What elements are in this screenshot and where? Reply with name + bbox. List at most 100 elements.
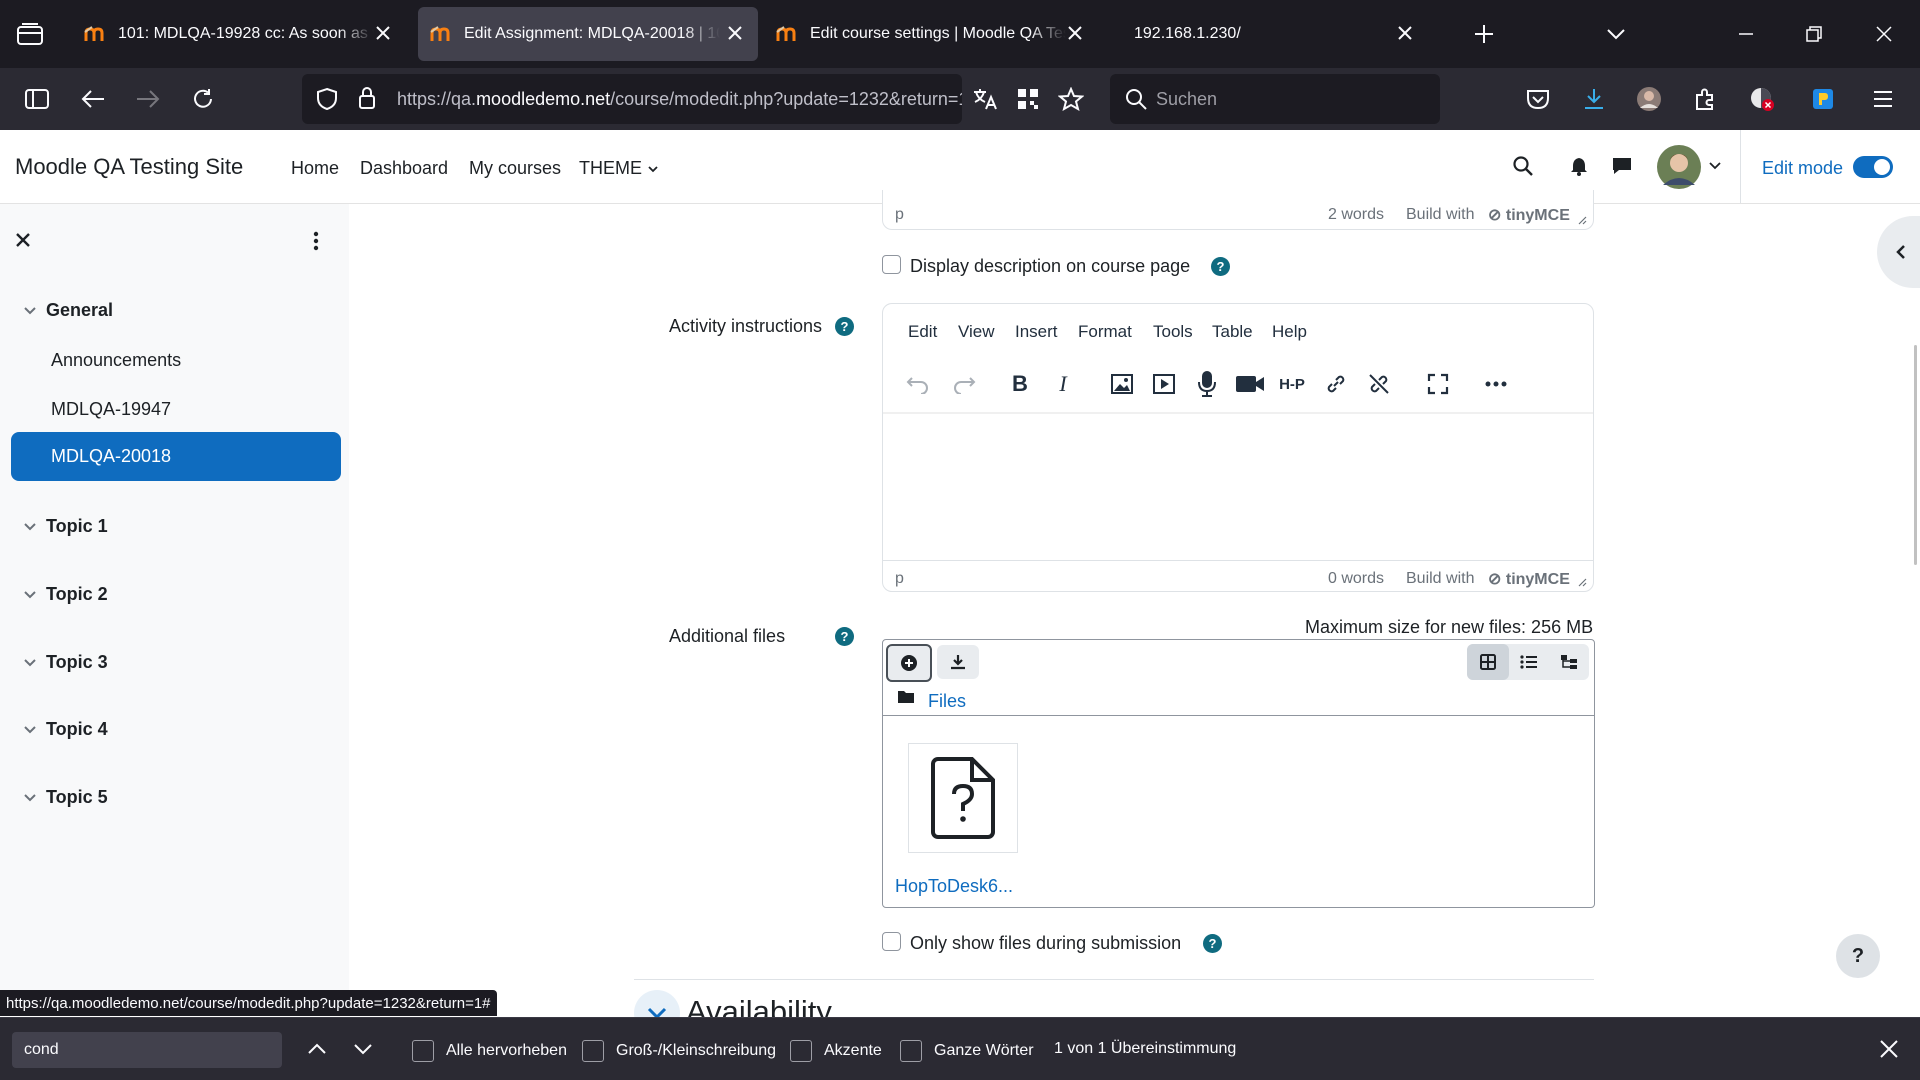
- whole-words-option[interactable]: Ganze Wörter: [900, 1040, 1034, 1062]
- account-avatar-icon[interactable]: [1632, 82, 1666, 116]
- section-topic-2[interactable]: Topic 2: [24, 584, 108, 605]
- link-icon[interactable]: [1320, 368, 1352, 400]
- menu-help[interactable]: Help: [1272, 322, 1307, 342]
- help-icon[interactable]: ?: [835, 317, 854, 336]
- menu-table[interactable]: Table: [1212, 322, 1253, 342]
- find-input[interactable]: cond: [12, 1032, 282, 1068]
- redo-icon[interactable]: [948, 368, 980, 400]
- unlink-icon[interactable]: [1363, 368, 1395, 400]
- open-block-drawer-button[interactable]: [1877, 216, 1920, 288]
- close-window-icon[interactable]: [1872, 22, 1896, 46]
- browser-tab-4[interactable]: 192.168.1.230/: [1110, 7, 1428, 61]
- menu-tools[interactable]: Tools: [1153, 322, 1193, 342]
- search-icon[interactable]: [1512, 155, 1534, 177]
- find-next-icon[interactable]: [352, 1038, 374, 1060]
- match-diacritics-option[interactable]: Akzente: [790, 1040, 882, 1062]
- extensions-icon[interactable]: [1688, 82, 1722, 116]
- translate-icon[interactable]: [968, 82, 1002, 116]
- course-item-announcements[interactable]: Announcements: [51, 350, 181, 371]
- only-show-files-checkbox[interactable]: [882, 932, 901, 951]
- page-scrollbar[interactable]: [1914, 345, 1917, 565]
- footer-help-button[interactable]: ?: [1836, 934, 1880, 978]
- menu-insert[interactable]: Insert: [1015, 322, 1058, 342]
- breadcrumb-files[interactable]: Files: [928, 691, 966, 712]
- pocket-icon[interactable]: [1521, 82, 1555, 116]
- chevron-down-icon[interactable]: [1604, 22, 1628, 46]
- section-general[interactable]: General: [24, 300, 113, 321]
- course-item-mdlqa-19947[interactable]: MDLQA-19947: [51, 399, 171, 420]
- help-icon[interactable]: ?: [1211, 257, 1230, 276]
- restore-icon[interactable]: [1802, 22, 1826, 46]
- nav-dashboard[interactable]: Dashboard: [360, 158, 448, 179]
- resize-handle-icon[interactable]: [1577, 215, 1587, 225]
- close-tab-icon[interactable]: [724, 22, 746, 44]
- chevron-down-icon[interactable]: [1708, 160, 1722, 172]
- help-icon[interactable]: ?: [1203, 934, 1222, 953]
- bold-icon[interactable]: B: [1004, 368, 1036, 400]
- collapse-chevron-icon[interactable]: [634, 990, 680, 1017]
- notification-bell-icon[interactable]: [1569, 156, 1589, 176]
- whole-words-checkbox[interactable]: [900, 1040, 922, 1062]
- italic-icon[interactable]: I: [1047, 368, 1079, 400]
- instructions-editor[interactable]: p 0 words Build with ⊘ tinyMCE: [882, 303, 1594, 592]
- section-topic-4[interactable]: Topic 4: [24, 719, 108, 740]
- close-tab-icon[interactable]: [1064, 22, 1086, 44]
- match-diacritics-checkbox[interactable]: [790, 1040, 812, 1062]
- menu-view[interactable]: View: [958, 322, 995, 342]
- tab-list-icon[interactable]: [16, 22, 44, 46]
- messages-icon[interactable]: [1611, 156, 1633, 176]
- new-tab-icon[interactable]: [1472, 22, 1496, 46]
- description-editor[interactable]: p 2 words Build with ⊘ tinyMCE: [882, 190, 1594, 230]
- more-options-icon[interactable]: [1480, 368, 1512, 400]
- list-view-button[interactable]: [1509, 644, 1549, 680]
- hamburger-menu-icon[interactable]: [1866, 82, 1900, 116]
- undo-icon[interactable]: [902, 368, 934, 400]
- qr-code-icon[interactable]: [1011, 82, 1045, 116]
- kebab-menu-icon[interactable]: [312, 231, 320, 251]
- browser-tab-1[interactable]: 101: MDLQA-19928 cc: As soon as we l: [72, 7, 406, 61]
- section-topic-1[interactable]: Topic 1: [24, 516, 108, 537]
- availability-section-header[interactable]: Availability: [634, 990, 1044, 1017]
- fullscreen-icon[interactable]: [1422, 368, 1454, 400]
- video-camera-icon[interactable]: [1234, 368, 1266, 400]
- match-case-option[interactable]: Groß-/Kleinschreibung: [582, 1040, 776, 1062]
- section-topic-3[interactable]: Topic 3: [24, 652, 108, 673]
- edit-mode-toggle[interactable]: [1853, 156, 1893, 178]
- resize-handle-icon[interactable]: [1577, 577, 1587, 587]
- file-name-link[interactable]: HopToDesk6...: [895, 876, 1013, 897]
- microphone-icon[interactable]: [1191, 368, 1223, 400]
- browser-search-bar[interactable]: Suchen: [1110, 74, 1440, 124]
- lock-icon[interactable]: [357, 86, 377, 110]
- nav-theme-dropdown[interactable]: THEME: [579, 158, 659, 179]
- browser-tab-2[interactable]: Edit Assignment: MDLQA-20018 | 101 |: [418, 7, 758, 61]
- shield-icon[interactable]: [316, 87, 338, 111]
- close-find-bar-icon[interactable]: [1878, 1038, 1900, 1060]
- section-topic-5[interactable]: Topic 5: [24, 787, 108, 808]
- minimize-icon[interactable]: [1734, 22, 1758, 46]
- bookmark-star-icon[interactable]: [1054, 82, 1088, 116]
- menu-edit[interactable]: Edit: [908, 322, 937, 342]
- add-file-button[interactable]: [886, 644, 932, 682]
- close-drawer-icon[interactable]: [14, 231, 32, 249]
- tree-view-button[interactable]: [1549, 644, 1589, 680]
- sidebar-toggle-icon[interactable]: [20, 82, 54, 116]
- close-tab-icon[interactable]: [1394, 22, 1416, 44]
- forward-icon[interactable]: [131, 82, 165, 116]
- image-icon[interactable]: [1106, 368, 1138, 400]
- help-icon[interactable]: ?: [835, 627, 854, 646]
- url-text[interactable]: https://qa.moodledemo.net/course/modedit…: [397, 89, 962, 110]
- extension-privacy-icon[interactable]: [1745, 82, 1779, 116]
- browser-tab-3[interactable]: Edit course settings | Moodle QA Testin: [764, 7, 1098, 61]
- site-name[interactable]: Moodle QA Testing Site: [15, 154, 243, 180]
- highlight-all-option[interactable]: Alle hervorheben: [412, 1040, 567, 1062]
- highlight-all-checkbox[interactable]: [412, 1040, 434, 1062]
- user-avatar[interactable]: [1657, 145, 1701, 189]
- nav-my-courses[interactable]: My courses: [469, 158, 561, 179]
- download-all-button[interactable]: [937, 645, 979, 679]
- file-thumbnail[interactable]: [908, 743, 1018, 853]
- icon-view-button[interactable]: [1467, 644, 1509, 680]
- url-bar[interactable]: https://qa.moodledemo.net/course/modedit…: [302, 74, 962, 124]
- display-description-checkbox[interactable]: [882, 255, 901, 274]
- reload-icon[interactable]: [186, 82, 220, 116]
- h5p-icon[interactable]: H-P: [1276, 368, 1308, 400]
